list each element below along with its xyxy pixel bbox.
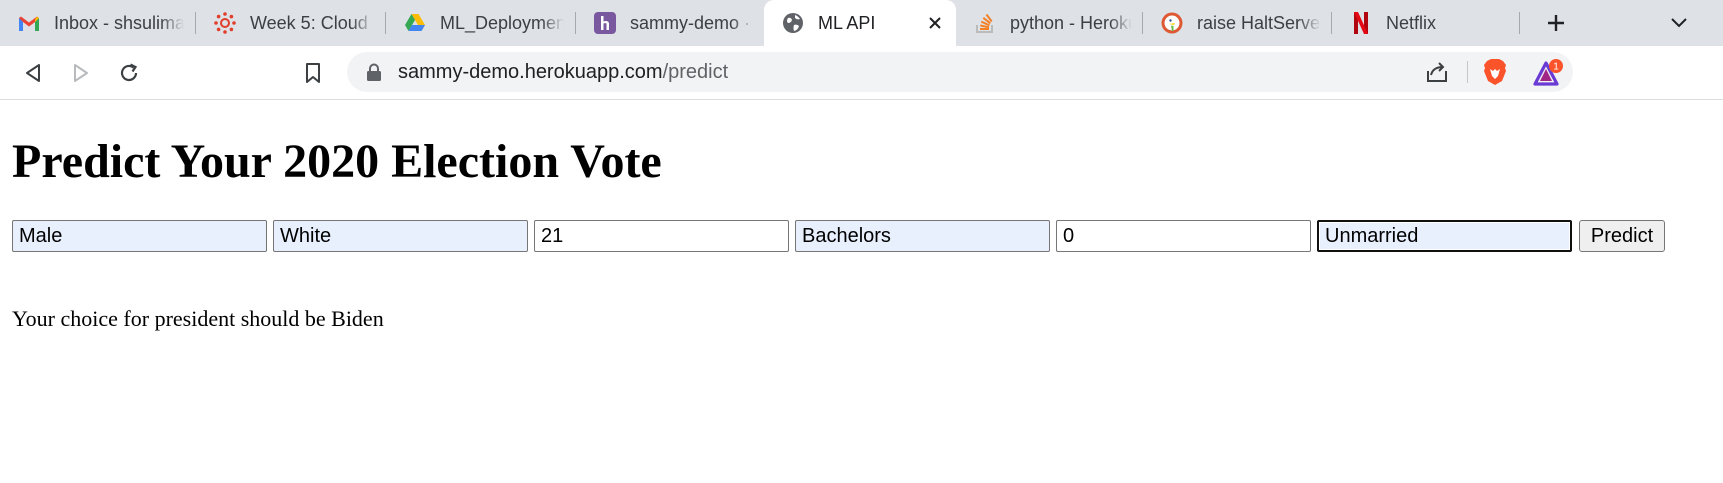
rewards-badge-count: 1: [1553, 62, 1559, 73]
tab-duckduckgo[interactable]: raise HaltServer(: [1143, 0, 1331, 46]
browser-toolbar: sammy-demo.herokuapp.com/predict 1: [0, 46, 1723, 100]
tab-title: Week 5: Cloud and: [250, 12, 374, 33]
tab-heroku[interactable]: sammy-demo · G: [576, 0, 764, 46]
age-input[interactable]: [534, 220, 789, 252]
chevron-down-icon: [1671, 18, 1687, 28]
globe-icon: [782, 12, 804, 34]
share-icon[interactable]: [1424, 60, 1450, 84]
lock-icon[interactable]: [366, 63, 382, 81]
race-input[interactable]: [273, 220, 528, 252]
marital-status-input[interactable]: [1317, 220, 1572, 252]
stackoverflow-icon: [974, 12, 996, 34]
gmail-icon: [18, 12, 40, 34]
bookmark-button[interactable]: [296, 56, 330, 90]
prediction-result: Your choice for president should be Bide…: [12, 306, 384, 331]
tab-netflix[interactable]: Netflix: [1332, 0, 1520, 46]
plus-icon: [1548, 15, 1564, 31]
tab-title: ML_Deployment-: [440, 12, 564, 33]
bookmark-icon: [306, 63, 320, 83]
tab-separator: [1519, 12, 1520, 34]
address-bar-divider: [1467, 61, 1468, 83]
reload-icon: [120, 63, 138, 82]
gender-input[interactable]: [12, 220, 267, 252]
tab-search-button[interactable]: [1664, 8, 1694, 38]
forward-button[interactable]: [64, 56, 98, 90]
forward-arrow-icon: [74, 64, 88, 82]
url-path: /predict: [662, 61, 729, 83]
tab-google-drive[interactable]: ML_Deployment-: [386, 0, 574, 46]
tab-title: Netflix: [1386, 12, 1437, 33]
url-host: sammy-demo.herokuapp.com: [398, 61, 663, 83]
brave-shields-icon[interactable]: [1482, 58, 1508, 86]
netflix-icon: [1350, 12, 1372, 34]
duckduckgo-icon: [1161, 12, 1183, 34]
tab-title: sammy-demo · G: [630, 12, 754, 33]
back-arrow-icon: [26, 64, 40, 82]
tab-title: ML API: [818, 12, 876, 33]
brave-rewards-icon[interactable]: 1: [1532, 58, 1564, 88]
google-drive-icon: [404, 12, 426, 34]
tab-ml-api[interactable]: ML API: [764, 0, 956, 46]
reload-button[interactable]: [112, 56, 146, 90]
back-button[interactable]: [16, 56, 50, 90]
url-text[interactable]: sammy-demo.herokuapp.com/predict: [398, 61, 728, 83]
tab-title: Inbox - shsuliman: [54, 12, 184, 33]
close-tab-icon[interactable]: [924, 12, 946, 34]
tab-strip: Inbox - shsuliman Week 5: Cloud and ML_D…: [0, 0, 1723, 46]
tab-title: python - Heroku: [1010, 12, 1132, 33]
education-input[interactable]: [795, 220, 1050, 252]
heroku-icon: [594, 12, 616, 34]
canvas-icon: [214, 12, 236, 34]
tab-title: raise HaltServer(: [1197, 12, 1321, 33]
predict-button[interactable]: Predict: [1579, 220, 1665, 252]
tab-stackoverflow[interactable]: python - Heroku: [956, 0, 1142, 46]
page-title: Predict Your 2020 Election Vote: [12, 135, 662, 188]
income-input[interactable]: [1056, 220, 1311, 252]
tab-gmail[interactable]: Inbox - shsuliman: [0, 0, 194, 46]
new-tab-button[interactable]: [1540, 8, 1572, 38]
tab-canvas[interactable]: Week 5: Cloud and: [196, 0, 384, 46]
address-bar[interactable]: sammy-demo.herokuapp.com/predict 1: [347, 52, 1573, 92]
